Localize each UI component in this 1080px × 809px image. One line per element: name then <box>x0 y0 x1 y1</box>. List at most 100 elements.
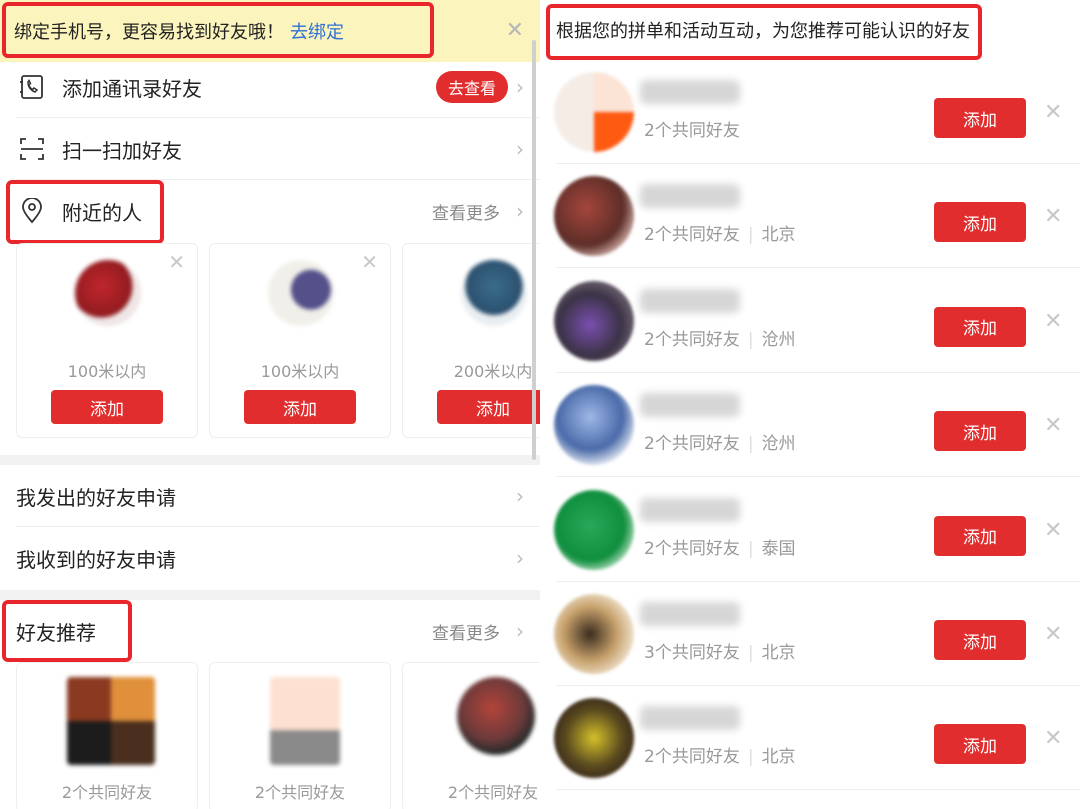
close-icon[interactable]: ✕ <box>1044 204 1062 229</box>
mutual-location-text: 2个共同好友 | 北京 <box>644 742 796 767</box>
scrollbar[interactable] <box>532 40 536 460</box>
section-gap <box>0 590 540 600</box>
add-friend-button[interactable]: 添加 <box>934 202 1026 243</box>
friend-recommend-row: 好友推荐 查看更多 › <box>0 600 540 662</box>
location-separator: | <box>747 329 754 350</box>
location-separator: | <box>747 225 754 246</box>
mutual-friends-text: 2个共同好友 <box>644 329 740 350</box>
location-text: 北京 <box>761 747 796 768</box>
recommend-hint-text: 根据您的拼单和活动互动，为您推荐可能认识的好友 <box>556 21 970 42</box>
chevron-right-icon: › <box>516 199 524 223</box>
close-icon[interactable]: ✕ <box>361 250 378 274</box>
distance-text: 200米以内 <box>453 362 533 381</box>
friend-row[interactable]: 2个共同好友 | 北京 添加 ✕ <box>540 164 1080 269</box>
right-panel: 根据您的拼单和活动互动，为您推荐可能认识的好友 2个共同好友|添加✕2个共同好友… <box>540 0 1080 809</box>
avatar <box>554 698 634 779</box>
mutual-friends-text: 2个共同好友 <box>644 538 740 559</box>
mutual-location-text: 3个共同好友 | 北京 <box>644 638 796 663</box>
chevron-right-icon: › <box>516 75 524 99</box>
received-requests-row[interactable]: 我收到的好友申请 › <box>0 527 540 589</box>
location-separator: | <box>747 747 754 768</box>
section-gap <box>0 455 540 465</box>
close-icon[interactable]: ✕ <box>1044 413 1062 438</box>
add-friend-button[interactable]: 添加 <box>934 620 1026 660</box>
location-text: 沧州 <box>761 434 796 455</box>
nearby-people-label: 附近的人 <box>62 200 142 225</box>
sent-requests-row[interactable]: 我发出的好友申请 › <box>0 465 540 527</box>
blurred-nickname <box>640 80 740 104</box>
friend-row[interactable]: 2个共同好友 | 沧州 添加 ✕ <box>540 373 1080 478</box>
mutual-friends-text: 2个共同好友 <box>447 783 539 802</box>
friend-row[interactable]: 3个共同好友 | 北京 添加 ✕ <box>540 582 1080 686</box>
bind-phone-banner: 绑定手机号，更容易找到好友哦！ 去绑定 ✕ <box>0 0 540 62</box>
avatar <box>554 489 634 570</box>
close-icon[interactable]: ✕ <box>1044 309 1062 334</box>
close-icon[interactable]: ✕ <box>1044 622 1062 647</box>
avatar <box>268 260 334 326</box>
nearby-see-more-link[interactable]: 查看更多 <box>432 199 500 224</box>
add-friend-button[interactable]: 添加 <box>51 390 163 424</box>
add-friend-button[interactable]: 添加 <box>934 306 1026 347</box>
bind-phone-link[interactable]: 去绑定 <box>290 18 344 44</box>
chevron-right-icon: › <box>516 546 524 570</box>
close-icon[interactable]: ✕ <box>1044 518 1062 543</box>
close-icon[interactable]: ✕ <box>1044 100 1062 125</box>
mutual-friends-text: 3个共同好友 <box>644 643 740 663</box>
add-friend-button[interactable]: 添加 <box>244 390 356 424</box>
mutual-location-text: 2个共同好友 | 北京 <box>644 220 796 245</box>
friend-row[interactable]: 2个共同好友 | 沧州 添加 ✕ <box>540 269 1080 373</box>
location-text: 北京 <box>761 225 796 246</box>
add-friend-button[interactable]: 添加 <box>437 390 540 424</box>
mutual-friends-text: 2个共同好友 <box>644 121 740 141</box>
blurred-nickname <box>640 602 740 626</box>
bind-banner-text: 绑定手机号，更容易找到好友哦！ <box>14 22 284 43</box>
recommend-see-more-link[interactable]: 查看更多 <box>432 619 500 644</box>
mutual-location-text: 2个共同好友 | 沧州 <box>644 325 796 350</box>
sent-requests-label: 我发出的好友申请 <box>16 485 176 510</box>
recommend-card[interactable]: 2个共同好友 <box>16 662 198 809</box>
avatar <box>554 385 634 466</box>
view-contacts-button[interactable]: 去查看 <box>435 71 508 103</box>
friend-row[interactable]: 2个共同好友 | 泰国 添加 ✕ <box>540 478 1080 582</box>
avatar <box>554 280 634 361</box>
friend-row[interactable]: 2个共同好友 | 北京 添加 ✕ <box>540 686 1080 791</box>
avatar <box>270 677 340 765</box>
add-contacts-row[interactable]: 添加通讯录好友 去查看 › <box>0 56 540 118</box>
add-friend-button[interactable]: 添加 <box>934 724 1026 765</box>
mutual-friends-text: 2个共同好友 <box>644 434 740 455</box>
add-contacts-label: 添加通讯录好友 <box>62 76 202 101</box>
location-text: 沧州 <box>761 329 796 350</box>
nearby-card[interactable]: ✕ 200米以内 添加 <box>402 243 540 438</box>
recommend-card[interactable]: 2个共同好友 <box>402 662 540 809</box>
add-friend-button[interactable]: 添加 <box>934 98 1026 138</box>
nearby-people-row[interactable]: 附近的人 查看更多 › <box>0 180 540 242</box>
add-friend-button[interactable]: 添加 <box>934 411 1026 452</box>
blurred-nickname <box>640 184 740 209</box>
blurred-nickname <box>640 393 740 418</box>
mutual-friends-text: 2个共同好友 <box>644 747 740 768</box>
location-separator: | <box>747 434 754 455</box>
avatar <box>554 594 634 674</box>
nearby-card[interactable]: ✕ 100米以内 添加 <box>209 243 391 438</box>
mutual-friends-text: 2个共同好友 <box>254 783 346 802</box>
mutual-location-text: 2个共同好友 | 沧州 <box>644 429 796 454</box>
received-requests-label: 我收到的好友申请 <box>16 547 176 572</box>
avatar <box>67 677 155 765</box>
nearby-card[interactable]: ✕ 100米以内 添加 <box>16 243 198 438</box>
mutual-location-text: 2个共同好友| <box>644 116 740 141</box>
left-panel: 绑定手机号，更容易找到好友哦！ 去绑定 ✕ 添加通讯录好友 去查看 › 扫一扫加… <box>0 0 540 809</box>
divider <box>556 789 1080 791</box>
location-text: 泰国 <box>761 538 796 559</box>
scan-add-row[interactable]: 扫一扫加好友 › <box>0 118 540 180</box>
location-separator: | <box>747 643 754 663</box>
chevron-right-icon: › <box>516 619 524 643</box>
mutual-friends-text: 2个共同好友 <box>644 225 740 246</box>
close-icon[interactable]: ✕ <box>1044 726 1062 751</box>
blurred-nickname <box>640 497 740 522</box>
add-friend-button[interactable]: 添加 <box>934 515 1026 556</box>
close-icon[interactable]: ✕ <box>168 250 185 274</box>
recommend-card[interactable]: 2个共同好友 <box>209 662 391 809</box>
blurred-nickname <box>640 288 740 313</box>
close-icon[interactable]: ✕ <box>506 18 524 43</box>
friend-row[interactable]: 2个共同好友| 添加 ✕ <box>540 60 1080 164</box>
